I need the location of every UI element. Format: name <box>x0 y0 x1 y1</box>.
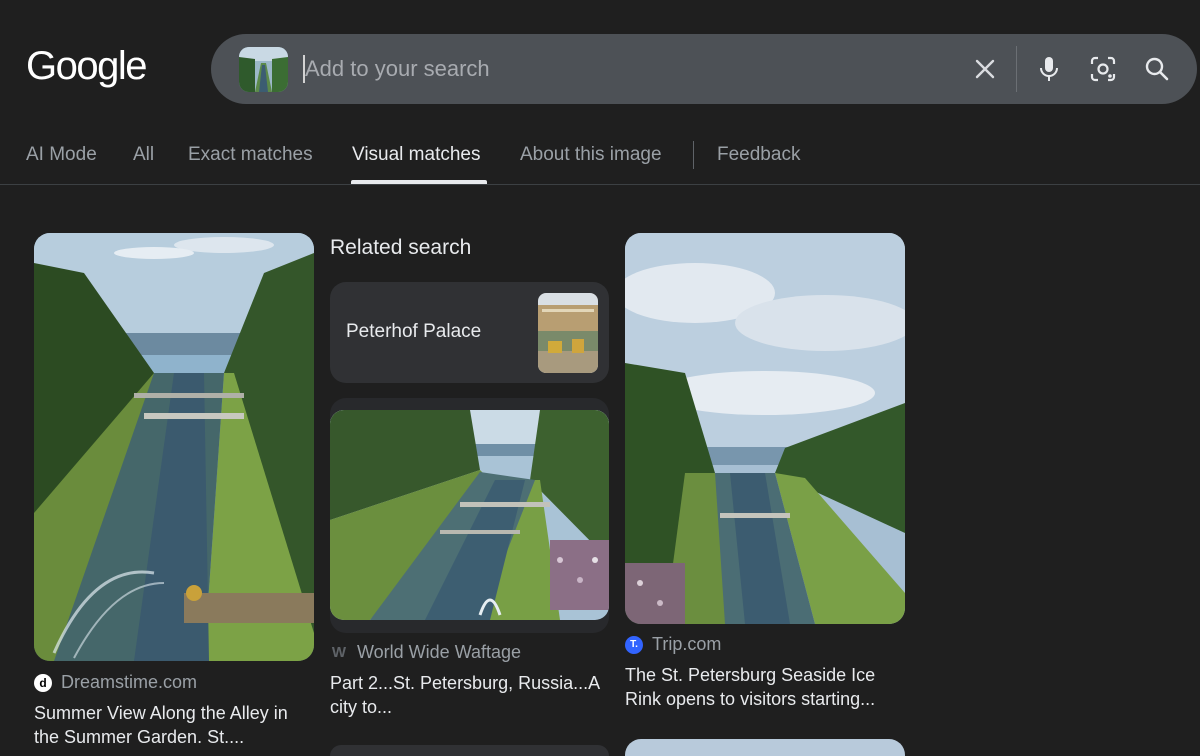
result-source-trip[interactable]: T. Trip.com <box>625 634 721 655</box>
related-chip-thumbnail <box>538 293 598 373</box>
microphone-icon[interactable] <box>1035 55 1063 83</box>
tab-exact-matches[interactable]: Exact matches <box>188 144 313 166</box>
active-tab-indicator <box>351 180 487 184</box>
result-caption-dreamstime[interactable]: Summer View Along the Alley in the Summe… <box>34 701 314 749</box>
search-icon[interactable] <box>1143 55 1171 83</box>
next-result-image[interactable] <box>625 739 905 756</box>
query-image-thumbnail[interactable] <box>239 47 288 92</box>
search-input[interactable] <box>305 51 945 87</box>
result-image-dreamstime[interactable] <box>34 233 314 661</box>
search-bar[interactable] <box>211 34 1197 104</box>
result-caption-trip[interactable]: The St. Petersburg Seaside Ice Rink open… <box>625 663 905 711</box>
result-caption-waftage[interactable]: Part 2...St. Petersburg, Russia...A city… <box>330 671 610 719</box>
tab-ai-mode[interactable]: AI Mode <box>26 144 97 166</box>
tab-all[interactable]: All <box>133 144 154 166</box>
waftage-favicon-icon: W <box>331 644 347 661</box>
close-icon[interactable] <box>971 55 999 83</box>
related-search-chip-peterhof[interactable]: Peterhof Palace <box>330 282 609 383</box>
tab-feedback[interactable]: Feedback <box>717 144 800 166</box>
searchbar-divider <box>1016 46 1017 92</box>
result-source-dreamstime[interactable]: d Dreamstime.com <box>34 672 197 693</box>
source-name: Dreamstime.com <box>61 672 198 692</box>
tab-about-this-image[interactable]: About this image <box>520 144 662 166</box>
related-search-heading: Related search <box>330 236 472 259</box>
search-tabs: AI Mode All Exact matches Visual matches… <box>0 132 1200 185</box>
result-source-waftage[interactable]: W World Wide Waftage <box>330 642 521 663</box>
dreamstime-favicon-icon: d <box>34 673 52 692</box>
source-name: World Wide Waftage <box>357 642 522 662</box>
trip-favicon-icon: T. <box>625 635 643 654</box>
related-chip-label: Peterhof Palace <box>346 321 482 342</box>
next-result-card[interactable] <box>330 745 609 756</box>
source-name: Trip.com <box>652 634 722 654</box>
result-image-waftage[interactable] <box>330 410 609 620</box>
lens-icon[interactable] <box>1089 55 1117 83</box>
tab-separator <box>693 141 694 169</box>
result-image-trip[interactable] <box>625 233 905 624</box>
google-logo[interactable]: Google <box>26 44 147 89</box>
tab-visual-matches[interactable]: Visual matches <box>352 144 481 166</box>
